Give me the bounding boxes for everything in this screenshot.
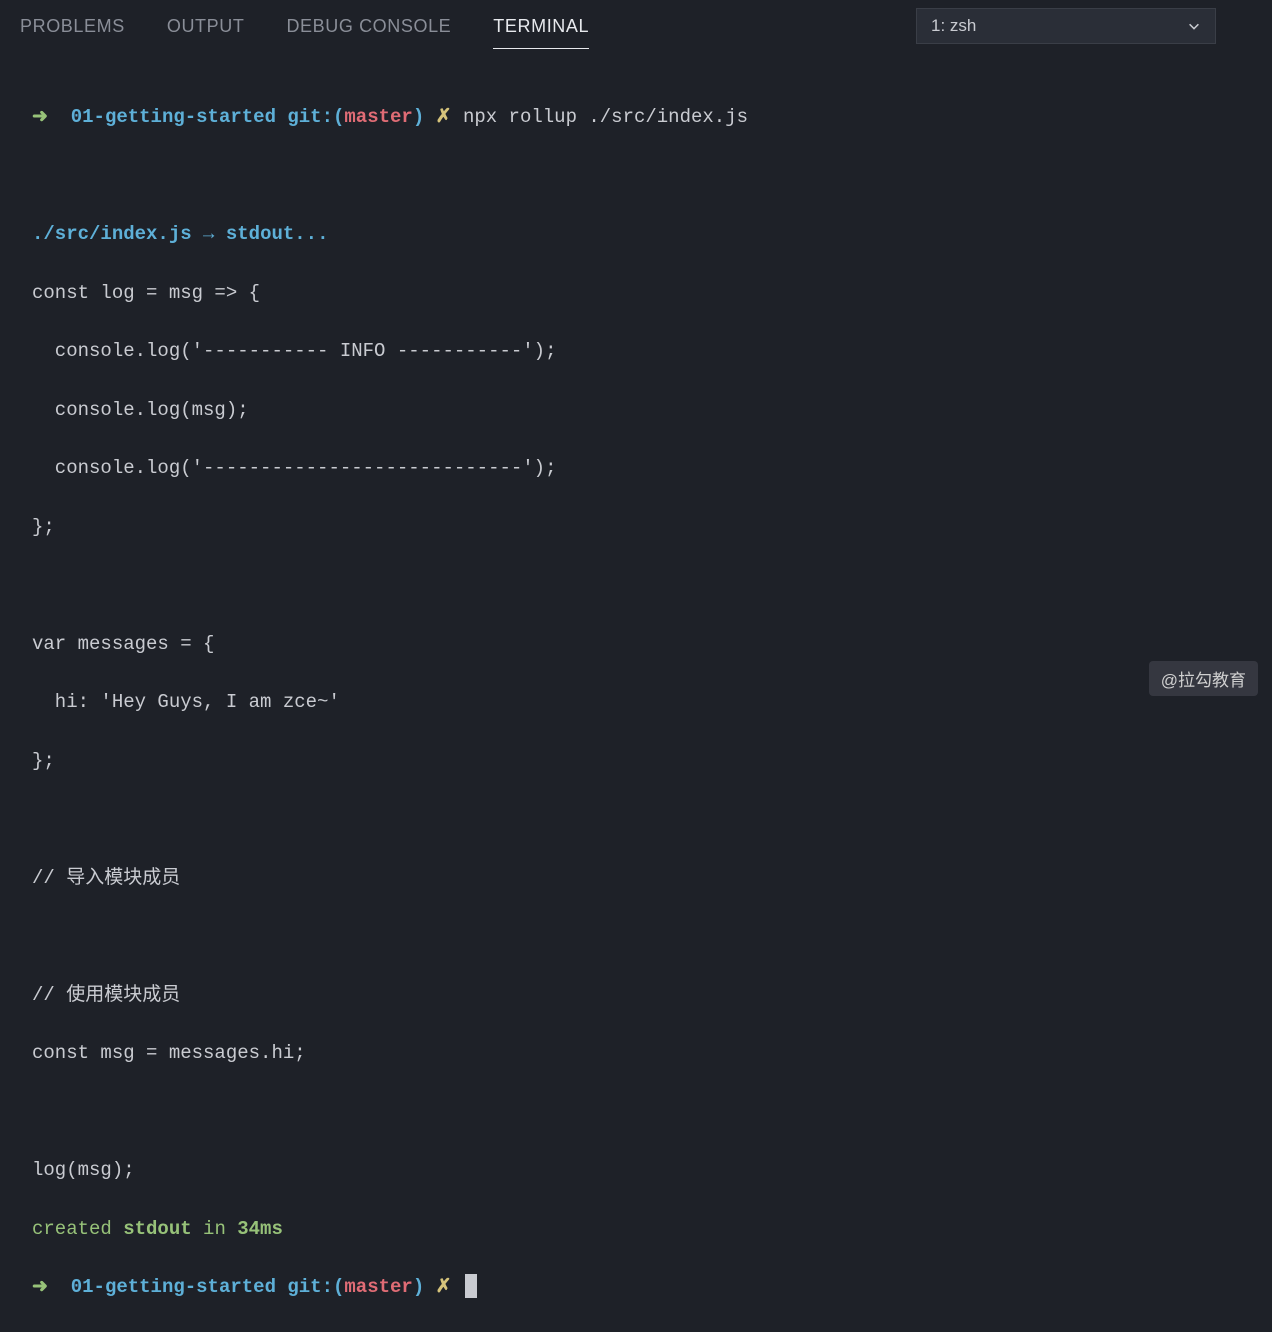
terminal-selector-value: 1: zsh	[931, 16, 1187, 36]
terminal-line: ➜ 01-getting-started git:(master) ✗ npx …	[32, 103, 1240, 132]
panel-tab-bar: PROBLEMS OUTPUT DEBUG CONSOLE TERMINAL 1…	[0, 0, 1272, 52]
output-text: ./src/index.js	[32, 223, 192, 245]
output-text: →	[192, 223, 226, 245]
output-text: 34ms	[237, 1218, 283, 1240]
watermark-badge: @拉勾教育	[1149, 661, 1258, 696]
panel-tabs: PROBLEMS OUTPUT DEBUG CONSOLE TERMINAL	[20, 2, 916, 49]
tab-debug-console[interactable]: DEBUG CONSOLE	[286, 2, 451, 49]
terminal-line: log(msg);	[32, 1156, 1240, 1185]
output-text: stdout	[123, 1218, 191, 1240]
output-text: stdout...	[226, 223, 329, 245]
command-text: npx rollup ./src/index.js	[463, 106, 748, 128]
prompt-git-label: git:(	[287, 1276, 344, 1298]
terminal-line: };	[32, 747, 1240, 776]
terminal-line: ➜ 01-getting-started git:(master) ✗	[32, 1273, 1240, 1302]
terminal-line: const msg = messages.hi;	[32, 1039, 1240, 1068]
prompt-git-label: git:(	[287, 106, 344, 128]
terminal-line: // 导入模块成员	[32, 864, 1240, 893]
terminal-selector-dropdown[interactable]: 1: zsh	[916, 8, 1216, 44]
prompt-branch: master	[344, 106, 412, 128]
terminal-line: console.log('---------------------------…	[32, 454, 1240, 483]
prompt-dirty: ✗	[436, 106, 452, 128]
prompt-arrow: ➜	[32, 106, 48, 128]
output-text: in	[192, 1218, 238, 1240]
prompt-git-close: )	[413, 106, 424, 128]
tab-output[interactable]: OUTPUT	[167, 2, 245, 49]
terminal-line: console.log('----------- INFO ----------…	[32, 337, 1240, 366]
prompt-branch: master	[344, 1276, 412, 1298]
terminal-line: hi: 'Hey Guys, I am zce~'	[32, 688, 1240, 717]
terminal-line	[32, 805, 1240, 834]
prompt-arrow: ➜	[32, 1276, 48, 1298]
prompt-dir: 01-getting-started	[71, 1276, 276, 1298]
terminal-line: };	[32, 513, 1240, 542]
terminal-line	[32, 162, 1240, 191]
chevron-down-icon	[1187, 19, 1201, 33]
terminal-line: created stdout in 34ms	[32, 1215, 1240, 1244]
prompt-dirty: ✗	[436, 1276, 452, 1298]
terminal-cursor	[465, 1274, 477, 1298]
terminal-line: ./src/index.js → stdout...	[32, 220, 1240, 249]
terminal-line: // 使用模块成员	[32, 981, 1240, 1010]
terminal-line	[32, 1098, 1240, 1127]
terminal-line: console.log(msg);	[32, 396, 1240, 425]
prompt-git-close: )	[413, 1276, 424, 1298]
terminal-pane[interactable]: ➜ 01-getting-started git:(master) ✗ npx …	[0, 52, 1272, 1332]
prompt-dir: 01-getting-started	[71, 106, 276, 128]
terminal-line: var messages = {	[32, 630, 1240, 659]
tab-problems[interactable]: PROBLEMS	[20, 2, 125, 49]
terminal-line	[32, 571, 1240, 600]
terminal-line: const log = msg => {	[32, 279, 1240, 308]
tab-terminal[interactable]: TERMINAL	[493, 2, 589, 49]
output-text: created	[32, 1218, 123, 1240]
terminal-line	[32, 922, 1240, 951]
